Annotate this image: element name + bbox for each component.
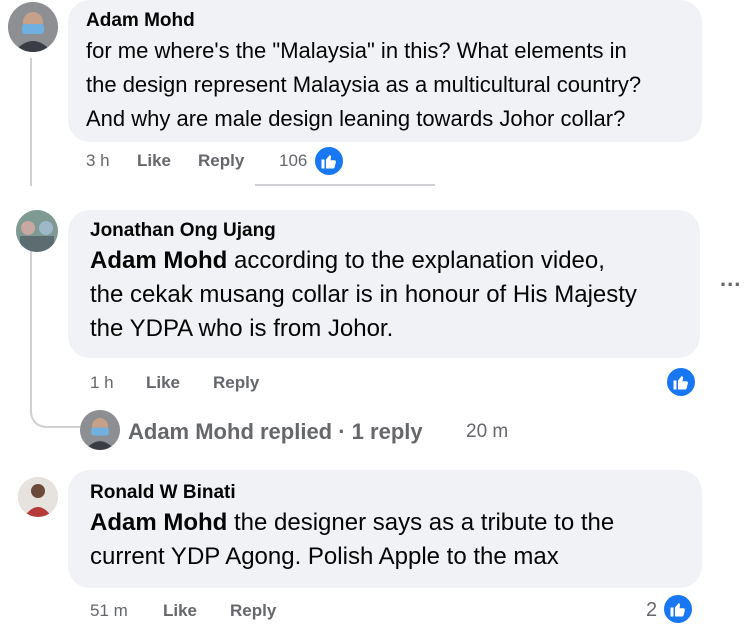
avatar-image [16,210,58,252]
like-button[interactable]: Like [137,151,171,171]
avatar[interactable] [18,477,58,517]
comment-bubble: Ronald W Binati Adam Mohd the designer s… [68,470,702,588]
avatar[interactable] [8,2,58,52]
thread-line [30,58,32,186]
like-button[interactable]: Like [146,373,180,393]
divider [255,184,435,186]
thumbs-up-icon [321,155,336,169]
comment-author[interactable]: Ronald W Binati [90,482,686,504]
like-reaction-icon[interactable] [662,593,694,625]
comment-author[interactable]: Adam Mohd [86,10,686,32]
comment-text: Adam Mohd the designer says as a tribute… [90,506,686,574]
thumbs-up-icon [670,603,685,617]
comment-bubble: Adam Mohd for me where's the "Malaysia" … [68,0,702,142]
more-options-button[interactable]: ... [720,266,741,292]
like-reaction-icon[interactable] [665,366,697,398]
mention-link[interactable]: Adam Mohd [90,247,227,274]
reaction-count[interactable]: 2 [646,599,657,622]
reply-time: 20 m [466,421,509,442]
view-replies-link[interactable]: Adam Mohd replied · 1 reply [128,419,423,445]
comment-bubble: Jonathan Ong Ujang Adam Mohd according t… [68,210,700,358]
mention-link[interactable]: Adam Mohd [90,509,227,536]
comment-time[interactable]: 1 h [90,373,114,393]
reply-button[interactable]: Reply [198,151,244,171]
reaction-count[interactable]: 106 [279,151,307,171]
avatar-image [8,2,58,52]
like-button[interactable]: Like [163,601,197,621]
comment-time[interactable]: 51 m [90,601,128,621]
avatar[interactable] [16,210,58,252]
comment-text: Adam Mohd according to the explanation v… [90,244,684,346]
comment-text: for me where's the "Malaysia" in this? W… [86,38,642,131]
comment-time[interactable]: 3 h [86,151,110,171]
avatar-image [18,477,58,517]
like-reaction-icon[interactable] [313,145,345,177]
comment-author[interactable]: Jonathan Ong Ujang [90,220,684,242]
avatar[interactable] [80,410,120,450]
reply-button[interactable]: Reply [213,373,259,393]
reply-button[interactable]: Reply [230,601,276,621]
thumbs-up-icon [673,376,688,390]
avatar-image [80,410,120,450]
